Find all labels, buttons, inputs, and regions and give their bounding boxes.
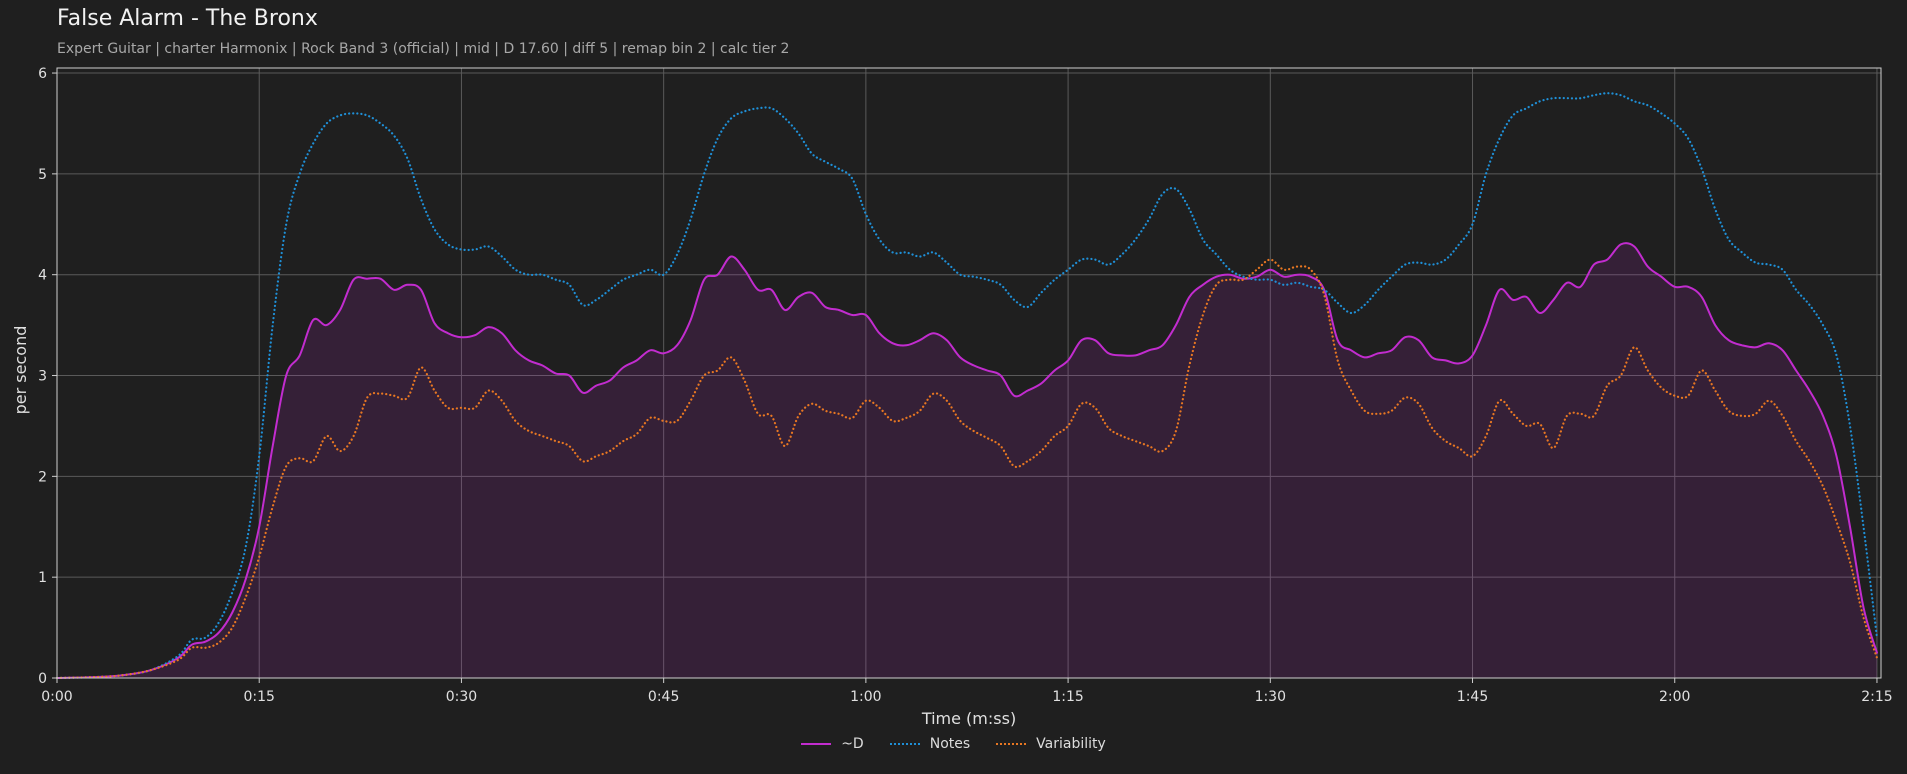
legend-swatch <box>889 743 920 745</box>
y-tick-label: 1 <box>38 570 47 586</box>
y-tick-label: 2 <box>38 469 47 485</box>
chart-plot: 0:00 0:15 0:30 0:45 1:00 1:15 1:30 1:45 2:00 2:15… <box>11 66 1893 728</box>
x-tick-label: 1:00 <box>850 689 881 705</box>
y-axis-label: per second <box>11 326 30 415</box>
y-tick-label: 4 <box>38 268 47 284</box>
x-tick-label: 2:00 <box>1659 689 1690 705</box>
legend-swatch <box>801 743 832 745</box>
legend-swatch <box>996 743 1027 745</box>
y-tick-label: 5 <box>38 167 47 183</box>
x-tick-label: 2:15 <box>1861 689 1892 705</box>
x-tick-label: 1:30 <box>1255 689 1286 705</box>
legend: ~D Notes Variability <box>0 736 1907 752</box>
x-axis-label: Time (m:ss) <box>921 709 1016 728</box>
legend-label: ~D <box>841 736 864 752</box>
x-tick-label: 1:45 <box>1457 689 1488 705</box>
legend-label: Notes <box>929 736 971 752</box>
legend-item: ~D <box>801 736 864 752</box>
x-tick-label: 0:30 <box>446 689 477 705</box>
x-tick-label: 1:15 <box>1052 689 1083 705</box>
y-tick-label: 0 <box>38 671 47 687</box>
legend-item: Variability <box>996 736 1106 752</box>
x-tick-label: 0:15 <box>243 689 274 705</box>
x-tick-label: 0:00 <box>41 689 72 705</box>
legend-item: Notes <box>889 736 971 752</box>
legend-label: Variability <box>1036 736 1106 752</box>
x-tick-label: 0:45 <box>648 689 679 705</box>
y-tick-label: 3 <box>38 369 47 385</box>
y-tick-label: 6 <box>38 66 47 82</box>
